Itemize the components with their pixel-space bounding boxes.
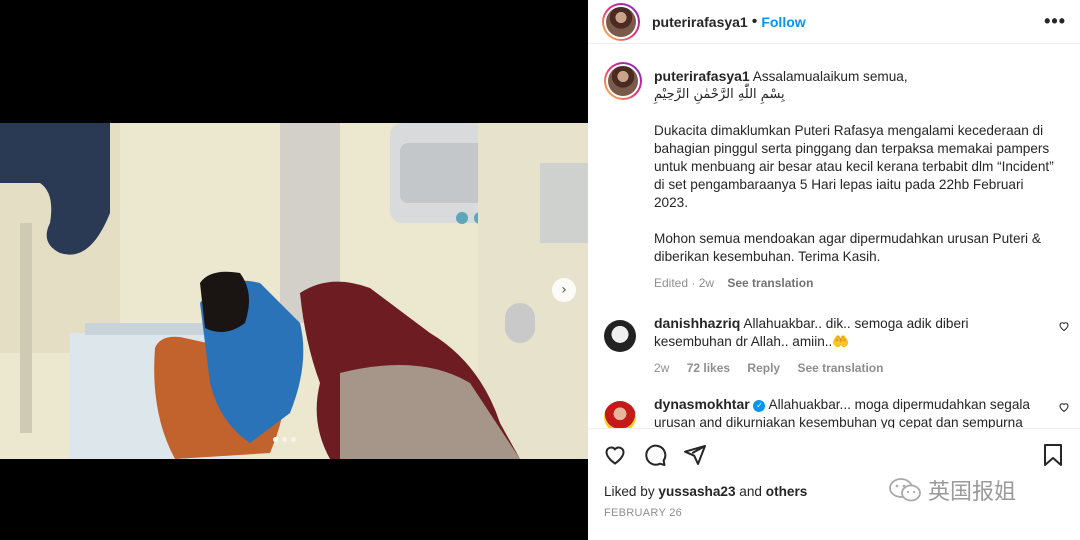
carousel-dot bbox=[282, 437, 287, 442]
caption-greeting: Assalamualaikum semua, bbox=[752, 69, 908, 84]
comment-username[interactable]: danishhazriq bbox=[654, 315, 740, 331]
caption-paragraph-1: Dukacita dimaklumkan Puteri Rafasya meng… bbox=[654, 123, 1054, 210]
comment-like-heart-icon[interactable] bbox=[1058, 320, 1070, 335]
share-icon[interactable] bbox=[682, 442, 708, 468]
comment-like-heart-icon[interactable] bbox=[1058, 401, 1070, 416]
post-actions bbox=[588, 428, 1080, 480]
liked-user[interactable]: yussasha23 bbox=[658, 484, 735, 499]
xray-room-photo bbox=[0, 123, 588, 459]
caption-see-translation[interactable]: See translation bbox=[727, 276, 813, 290]
caption-row: puterirafasya1 Assalamualaikum semua, بِ… bbox=[588, 52, 1080, 292]
carousel-dot bbox=[291, 437, 296, 442]
caption-paragraph-2: Mohon semua mendoakan agar dipermudahkan… bbox=[654, 231, 1041, 264]
comment-meta: 2w 72 likes Reply See translation bbox=[654, 359, 1034, 377]
reply-button[interactable]: Reply bbox=[747, 361, 780, 375]
comment-body: danishhazriq Allahuakbar.. dik.. semoga … bbox=[654, 314, 1034, 377]
caption-text: puterirafasya1 Assalamualaikum semua, بِ… bbox=[654, 52, 1054, 292]
commenter-avatar[interactable] bbox=[604, 320, 636, 352]
watermark: 英国报姐 bbox=[888, 474, 1016, 506]
liked-by: Liked by yussasha23 and others bbox=[604, 484, 807, 499]
caption-edited: Edited · 2w bbox=[654, 276, 715, 290]
post-panel: puterirafasya1 • Follow ••• puterirafasy… bbox=[588, 0, 1080, 540]
carousel-next-button[interactable]: › bbox=[552, 278, 576, 302]
carousel-indicator bbox=[273, 437, 296, 442]
caption-arabic: بِسْمِ اللّٰهِ الرَّحْمٰنِ الرَّحِيْمِ bbox=[654, 87, 785, 102]
comment-see-translation[interactable]: See translation bbox=[797, 361, 883, 375]
ellipsis-icon[interactable]: ••• bbox=[1044, 11, 1066, 32]
caption-username[interactable]: puterirafasya1 bbox=[654, 68, 750, 84]
follow-button[interactable]: Follow bbox=[761, 14, 805, 30]
verified-badge-icon: ✓ bbox=[753, 400, 766, 412]
comment-item: danishhazriq Allahuakbar.. dik.. semoga … bbox=[588, 314, 1080, 377]
chevron-right-icon: › bbox=[561, 282, 567, 298]
heart-icon[interactable] bbox=[602, 442, 628, 468]
post-date[interactable]: FEBRUARY 26 bbox=[604, 507, 682, 519]
comment-username[interactable]: dynasmokhtar bbox=[654, 396, 750, 412]
comment-body: dynasmokhtar ✓ Allahuakbar... moga diper… bbox=[654, 395, 1034, 428]
author-username[interactable]: puterirafasya1 bbox=[652, 14, 748, 30]
bookmark-icon[interactable] bbox=[1040, 442, 1066, 468]
watermark-text: 英国报姐 bbox=[928, 480, 1017, 505]
separator-dot: • bbox=[751, 12, 758, 30]
liked-and: and bbox=[739, 484, 762, 499]
post-header: puterirafasya1 • Follow ••• bbox=[588, 0, 1080, 44]
comment-time: 2w bbox=[654, 361, 670, 375]
post-media: › bbox=[0, 0, 588, 540]
liked-others[interactable]: others bbox=[766, 484, 808, 499]
post-photo bbox=[0, 123, 588, 459]
commenter-avatar[interactable] bbox=[604, 401, 636, 428]
caption-avatar[interactable] bbox=[604, 62, 642, 100]
liked-prefix: Liked by bbox=[604, 484, 655, 499]
author-avatar[interactable] bbox=[602, 2, 640, 41]
comment-item: dynasmokhtar ✓ Allahuakbar... moga diper… bbox=[588, 395, 1080, 428]
carousel-dot bbox=[273, 437, 278, 442]
caption-meta: Edited · 2w See translation bbox=[654, 274, 1054, 292]
praying-hands-emoji: 🤲 bbox=[832, 334, 850, 349]
comment-likes[interactable]: 72 likes bbox=[687, 361, 730, 375]
comments-list[interactable]: puterirafasya1 Assalamualaikum semua, بِ… bbox=[588, 52, 1080, 428]
comment-icon[interactable] bbox=[642, 442, 668, 468]
wechat-icon bbox=[889, 478, 921, 502]
